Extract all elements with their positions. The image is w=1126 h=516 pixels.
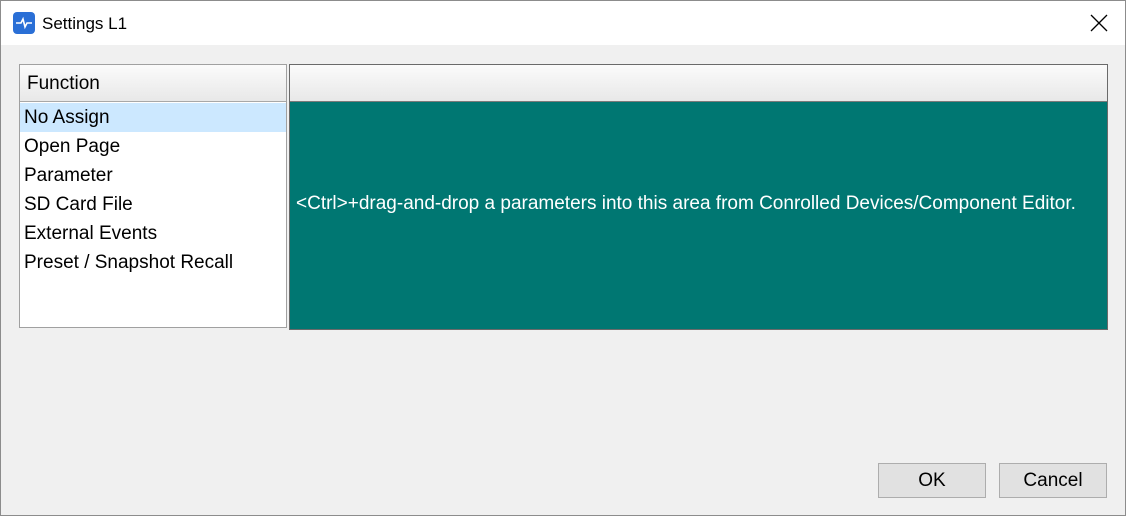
function-list: No Assign Open Page Parameter SD Card Fi… xyxy=(20,103,286,277)
list-item-open-page[interactable]: Open Page xyxy=(20,132,286,161)
cancel-button[interactable]: Cancel xyxy=(999,463,1107,498)
assign-panel: <Ctrl>+drag-and-drop a parameters into t… xyxy=(289,64,1108,330)
list-item-external-events[interactable]: External Events xyxy=(20,219,286,248)
function-list-panel: Function No Assign Open Page Parameter S… xyxy=(19,64,287,328)
ok-button[interactable]: OK xyxy=(878,463,986,498)
function-column-header[interactable]: Function xyxy=(20,65,286,102)
list-item-preset-snapshot-recall[interactable]: Preset / Snapshot Recall xyxy=(20,248,286,277)
close-icon xyxy=(1090,14,1108,32)
list-item-sd-card-file[interactable]: SD Card File xyxy=(20,190,286,219)
list-item-parameter[interactable]: Parameter xyxy=(20,161,286,190)
list-item-no-assign[interactable]: No Assign xyxy=(20,103,286,132)
close-button[interactable] xyxy=(1083,7,1115,39)
title-bar: Settings L1 xyxy=(1,1,1125,45)
parameter-drop-area[interactable]: <Ctrl>+drag-and-drop a parameters into t… xyxy=(290,102,1107,329)
app-logo-icon xyxy=(13,12,35,34)
drop-hint-text: <Ctrl>+drag-and-drop a parameters into t… xyxy=(296,193,1076,214)
function-header-label: Function xyxy=(27,73,100,94)
window-title: Settings L1 xyxy=(42,14,128,33)
settings-dialog: Settings L1 Function No Assign Open Page… xyxy=(0,0,1126,516)
assign-column-header[interactable] xyxy=(290,65,1107,102)
